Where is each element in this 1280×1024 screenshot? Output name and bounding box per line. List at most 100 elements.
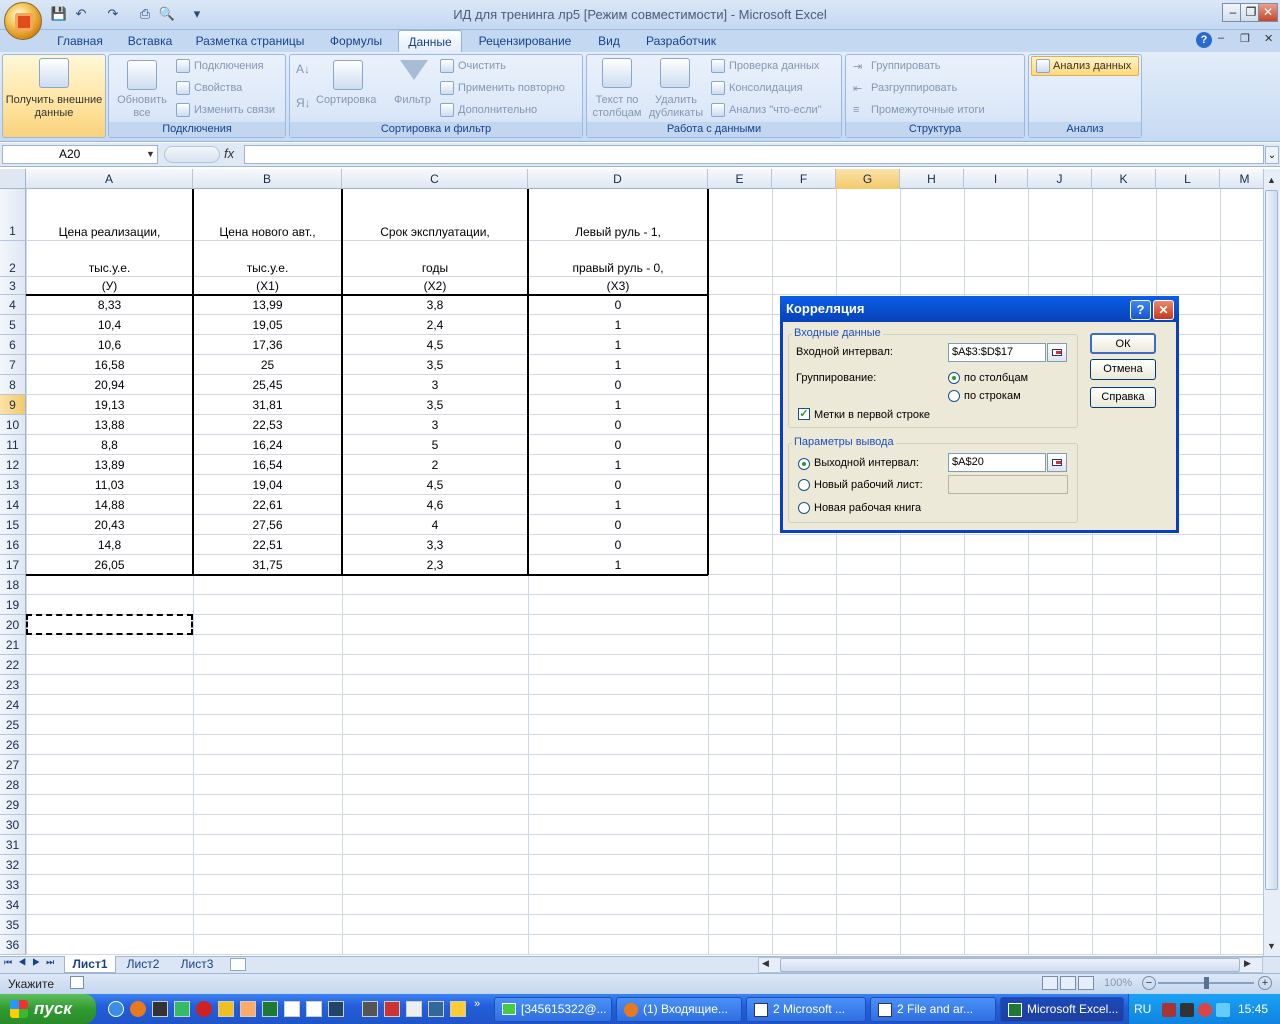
table-cell-c10[interactable]: 3 <box>342 415 528 435</box>
table-cell-c4[interactable]: 3,8 <box>342 295 528 315</box>
header-cell-a3[interactable]: (У) <box>26 277 193 295</box>
tray-icon-2[interactable] <box>1180 1003 1194 1017</box>
row-header-9[interactable]: 9 <box>0 395 26 415</box>
header-cell-d2[interactable]: правый руль - 0, <box>528 241 708 277</box>
firefox-icon[interactable] <box>130 1001 146 1017</box>
row-header-29[interactable]: 29 <box>0 795 26 815</box>
ribbon-minimize-icon[interactable]: – <box>1218 32 1224 44</box>
table-cell-a13[interactable]: 11,03 <box>26 475 193 495</box>
table-cell-d8[interactable]: 0 <box>528 375 708 395</box>
app-icon-3[interactable] <box>240 1001 256 1017</box>
row-header-1[interactable]: 1 <box>0 189 26 241</box>
collapse-dialog-icon[interactable] <box>1047 343 1067 362</box>
header-cell-c2[interactable]: годы <box>342 241 528 277</box>
refresh-all-button[interactable]: Обновить все <box>110 94 174 120</box>
row-header-10[interactable]: 10 <box>0 415 26 435</box>
table-cell-d15[interactable]: 0 <box>528 515 708 535</box>
table-cell-d4[interactable]: 0 <box>528 295 708 315</box>
table-cell-b12[interactable]: 16,54 <box>193 455 342 475</box>
row-header-3[interactable]: 3 <box>0 277 26 295</box>
tray-icon-4[interactable] <box>1216 1003 1230 1017</box>
tab-insert[interactable]: Вставка <box>118 30 182 52</box>
row-header-32[interactable]: 32 <box>0 855 26 875</box>
column-header-k[interactable]: K <box>1092 169 1156 189</box>
row-header-8[interactable]: 8 <box>0 375 26 395</box>
dialog-help-text-button[interactable]: Справка <box>1090 387 1156 408</box>
input-range-field[interactable]: $A$3:$D$17 <box>948 343 1046 362</box>
row-header-5[interactable]: 5 <box>0 315 26 335</box>
app-icon-9[interactable] <box>428 1001 444 1017</box>
table-cell-a7[interactable]: 16,58 <box>26 355 193 375</box>
table-cell-a8[interactable]: 20,94 <box>26 375 193 395</box>
clear-button[interactable]: Очистить <box>458 60 506 72</box>
column-header-h[interactable]: H <box>900 169 964 189</box>
scroll-up-icon[interactable]: ▲ <box>1264 172 1279 188</box>
sort-button[interactable]: Сортировка <box>316 94 376 106</box>
row-header-30[interactable]: 30 <box>0 815 26 835</box>
word-quick-icon[interactable] <box>284 1001 300 1017</box>
help-icon[interactable]: ? <box>1196 32 1212 48</box>
header-cell-a1[interactable]: Цена реализации, <box>26 189 193 241</box>
table-cell-c16[interactable]: 3,3 <box>342 535 528 555</box>
table-cell-c15[interactable]: 4 <box>342 515 528 535</box>
row-header-14[interactable]: 14 <box>0 495 26 515</box>
app-icon-10[interactable] <box>450 1001 466 1017</box>
tab-data[interactable]: Данные <box>398 30 462 52</box>
table-cell-d6[interactable]: 1 <box>528 335 708 355</box>
table-cell-b4[interactable]: 13,99 <box>193 295 342 315</box>
sort-az-icon[interactable]: A↓ <box>296 62 310 76</box>
table-cell-d9[interactable]: 1 <box>528 395 708 415</box>
row-header-6[interactable]: 6 <box>0 335 26 355</box>
table-cell-c6[interactable]: 4,5 <box>342 335 528 355</box>
column-header-j[interactable]: J <box>1028 169 1092 189</box>
dialog-close-button[interactable]: ✕ <box>1153 300 1174 320</box>
column-header-e[interactable]: E <box>708 169 772 189</box>
filter-button[interactable]: Фильтр <box>394 94 431 106</box>
new-sheet-field[interactable] <box>948 475 1068 494</box>
table-cell-a14[interactable]: 14,88 <box>26 495 193 515</box>
selected-cell-a20[interactable] <box>26 614 193 635</box>
workbook-close-icon[interactable]: ✕ <box>1264 32 1273 45</box>
table-cell-c14[interactable]: 4,6 <box>342 495 528 515</box>
table-cell-b6[interactable]: 17,36 <box>193 335 342 355</box>
zoom-out-icon[interactable]: − <box>1142 976 1156 990</box>
header-cell-b1[interactable]: Цена нового авт., <box>193 189 342 241</box>
page-break-view-icon[interactable] <box>1078 976 1094 990</box>
table-cell-b9[interactable]: 31,81 <box>193 395 342 415</box>
table-cell-d5[interactable]: 1 <box>528 315 708 335</box>
horizontal-scroll-thumb[interactable] <box>780 958 1240 972</box>
column-header-b[interactable]: B <box>193 169 342 189</box>
sheet-nav-icon[interactable]: ⏮◀▶⏭ <box>4 957 60 968</box>
output-range-radio[interactable] <box>798 458 810 470</box>
header-cell-d3[interactable]: (X3) <box>528 277 708 295</box>
table-cell-b14[interactable]: 22,61 <box>193 495 342 515</box>
table-cell-b17[interactable]: 31,75 <box>193 555 342 575</box>
column-header-i[interactable]: I <box>964 169 1028 189</box>
advanced-button[interactable]: Дополнительно <box>458 104 537 116</box>
language-indicator[interactable]: RU <box>1134 1002 1151 1016</box>
table-cell-a11[interactable]: 8,8 <box>26 435 193 455</box>
tab-view[interactable]: Вид <box>592 30 626 52</box>
header-cell-c1[interactable]: Срок эксплуатации, <box>342 189 528 241</box>
new-sheet-radio[interactable] <box>798 479 810 491</box>
ok-button[interactable]: ОК <box>1090 333 1156 354</box>
table-cell-b13[interactable]: 19,04 <box>193 475 342 495</box>
table-cell-b16[interactable]: 22,51 <box>193 535 342 555</box>
scroll-right-icon[interactable]: ▶ <box>1244 958 1251 969</box>
dialog-help-button[interactable]: ? <box>1130 300 1151 320</box>
row-header-12[interactable]: 12 <box>0 455 26 475</box>
table-cell-b10[interactable]: 22,53 <box>193 415 342 435</box>
row-header-20[interactable]: 20 <box>0 615 26 635</box>
column-header-c[interactable]: C <box>342 169 528 189</box>
row-header-33[interactable]: 33 <box>0 875 26 895</box>
new-workbook-radio[interactable] <box>798 502 810 514</box>
table-cell-b8[interactable]: 25,45 <box>193 375 342 395</box>
table-cell-c11[interactable]: 5 <box>342 435 528 455</box>
row-header-17[interactable]: 17 <box>0 555 26 575</box>
row-header-4[interactable]: 4 <box>0 295 26 315</box>
zoom-slider-thumb[interactable] <box>1204 977 1209 989</box>
table-cell-b11[interactable]: 16,24 <box>193 435 342 455</box>
table-cell-d10[interactable]: 0 <box>528 415 708 435</box>
row-header-35[interactable]: 35 <box>0 915 26 935</box>
output-collapse-dialog-icon[interactable] <box>1047 453 1067 472</box>
